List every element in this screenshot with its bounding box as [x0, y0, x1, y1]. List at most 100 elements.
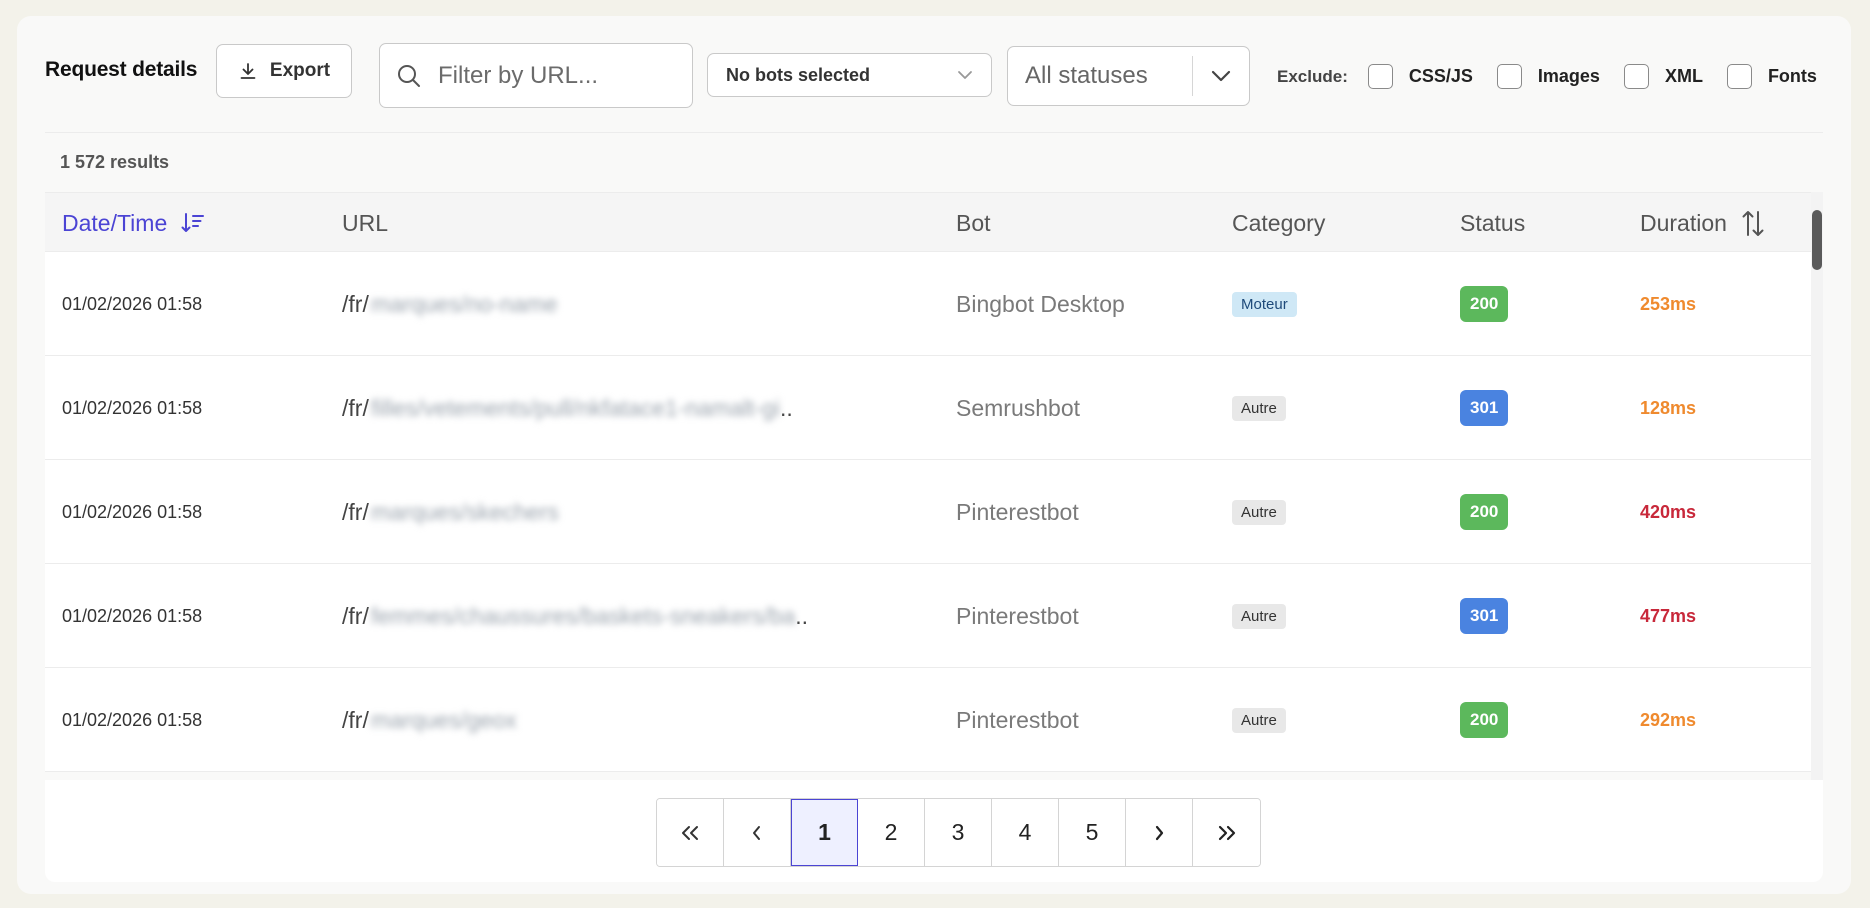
status-badge: 301	[1460, 390, 1509, 426]
cell-bot: Pinterestbot	[956, 460, 1079, 564]
page-button-4[interactable]: 4	[992, 799, 1059, 866]
url-prefix: /fr/	[342, 706, 369, 733]
column-label: Bot	[956, 209, 991, 236]
cell-duration: 420ms	[1640, 460, 1696, 564]
datetime-value: 01/02/2026 01:58	[62, 293, 203, 314]
cell-url[interactable]: /fr/filles/vetements/pull/nkfatace1-nama…	[342, 356, 793, 460]
checkbox-box[interactable]	[1726, 64, 1752, 89]
cell-category: Autre	[1232, 668, 1286, 772]
table-header: Date/Time URL Bot Category Status Durati…	[45, 192, 1811, 252]
table-row[interactable]: 01/02/2026 01:58 /fr/filles/vetements/pu…	[45, 356, 1811, 460]
request-details-card: Request details Export No bots selected …	[17, 16, 1851, 894]
export-button[interactable]: Export	[216, 44, 352, 98]
url-filter[interactable]	[379, 43, 693, 108]
url-ellipsis: ..	[779, 394, 793, 421]
table-row[interactable]: 01/02/2026 01:58 /fr/marques/no-name Bin…	[45, 252, 1811, 356]
cell-bot: Pinterestbot	[956, 668, 1079, 772]
duration-value: 292ms	[1640, 709, 1697, 730]
next-page-button[interactable]	[1126, 799, 1193, 866]
checkbox-box[interactable]	[1496, 64, 1522, 89]
first-page-button[interactable]	[657, 799, 724, 866]
cell-bot: Pinterestbot	[956, 564, 1079, 668]
url-path-blurred: marques/skechers	[370, 498, 559, 525]
duration-value: 253ms	[1640, 293, 1697, 314]
url-path-blurred: filles/vetements/pull/nkfatace1-namalt-g…	[370, 394, 780, 421]
chevron-down-icon	[1211, 70, 1231, 82]
cell-datetime: 01/02/2026 01:58	[62, 356, 202, 460]
table-row[interactable]: 01/02/2026 01:58 /fr/femmes/chaussures/b…	[45, 564, 1811, 668]
checkbox-box[interactable]	[1623, 64, 1649, 89]
bot-name: Pinterestbot	[956, 602, 1079, 629]
double-chevron-left-icon	[682, 825, 698, 840]
checkbox-label: Images	[1537, 66, 1600, 86]
cell-duration: 128ms	[1640, 356, 1696, 460]
cell-bot: Semrushbot	[956, 356, 1080, 460]
last-page-button[interactable]	[1193, 799, 1260, 866]
url-prefix: /fr/	[342, 602, 369, 629]
exclude-label: Exclude:	[1277, 66, 1348, 86]
cell-category: Autre	[1232, 564, 1286, 668]
datetime-value: 01/02/2026 01:58	[62, 709, 203, 730]
pagination: 1 2 3 4 5	[656, 798, 1261, 867]
results-count: 1 572 results	[60, 152, 170, 172]
column-label: Duration	[1640, 209, 1727, 236]
column-header-duration[interactable]: Duration	[1640, 193, 1765, 253]
page-button-1[interactable]: 1	[791, 799, 858, 866]
page-button-2[interactable]: 2	[858, 799, 925, 866]
page-button-5[interactable]: 5	[1059, 799, 1126, 866]
cell-url[interactable]: /fr/marques/skechers	[342, 460, 559, 564]
chevron-down-icon	[958, 71, 972, 79]
status-badge: 200	[1460, 286, 1509, 322]
column-label: Category	[1232, 209, 1326, 236]
column-label: URL	[342, 209, 389, 236]
cell-url[interactable]: /fr/marques/no-name	[342, 252, 558, 356]
url-path-blurred: marques/no-name	[370, 290, 558, 317]
scrollbar-thumb[interactable]	[1812, 210, 1822, 270]
table-scrollbar[interactable]	[1811, 192, 1823, 780]
exclude-images-checkbox[interactable]: Images	[1496, 64, 1600, 89]
cell-duration: 477ms	[1640, 564, 1696, 668]
status-select-toggle[interactable]	[1193, 70, 1249, 82]
category-badge: Autre	[1232, 707, 1286, 733]
page-button-3[interactable]: 3	[925, 799, 992, 866]
checkbox-box[interactable]	[1367, 64, 1393, 89]
column-header-url: URL	[342, 193, 388, 253]
category-badge: Moteur	[1232, 291, 1297, 317]
duration-value: 128ms	[1640, 397, 1697, 418]
column-header-datetime[interactable]: Date/Time	[62, 193, 205, 253]
table-body: 01/02/2026 01:58 /fr/marques/no-name Bin…	[45, 252, 1811, 772]
status-select[interactable]: All statuses	[1007, 46, 1250, 106]
sort-icon	[1742, 211, 1764, 236]
table-row[interactable]: 01/02/2026 01:58 /fr/marques/skechers Pi…	[45, 460, 1811, 564]
checkbox-label: CSS/JS	[1408, 66, 1473, 86]
bots-select[interactable]: No bots selected	[707, 53, 992, 97]
cell-category: Autre	[1232, 356, 1286, 460]
url-prefix: /fr/	[342, 394, 369, 421]
exclude-css-js-checkbox[interactable]: CSS/JS	[1367, 64, 1473, 89]
cell-datetime: 01/02/2026 01:58	[62, 252, 202, 356]
bot-name: Semrushbot	[956, 394, 1081, 421]
cell-duration: 253ms	[1640, 252, 1696, 356]
column-label: Status	[1460, 209, 1526, 236]
checkbox-label: Fonts	[1767, 66, 1817, 86]
datetime-value: 01/02/2026 01:58	[62, 605, 203, 626]
url-prefix: /fr/	[342, 290, 369, 317]
cell-category: Autre	[1232, 460, 1286, 564]
category-badge: Autre	[1232, 603, 1286, 629]
exclude-fonts-checkbox[interactable]: Fonts	[1726, 64, 1817, 89]
cell-duration: 292ms	[1640, 668, 1696, 772]
cell-url[interactable]: /fr/marques/geox	[342, 668, 517, 772]
exclude-xml-checkbox[interactable]: XML	[1623, 64, 1703, 89]
search-icon	[398, 64, 420, 87]
export-label: Export	[269, 60, 331, 81]
cell-datetime: 01/02/2026 01:58	[62, 564, 202, 668]
double-chevron-right-icon	[1218, 825, 1235, 840]
exclude-filters: Exclude: CSS/JS Images XML Fonts	[1277, 64, 1817, 89]
url-ellipsis: ..	[795, 602, 809, 629]
table-row[interactable]: 01/02/2026 01:58 /fr/marques/geox Pinter…	[45, 668, 1811, 772]
column-header-bot: Bot	[956, 193, 991, 253]
previous-page-button[interactable]	[724, 799, 791, 866]
cell-url[interactable]: /fr/femmes/chaussures/baskets-sneakers/b…	[342, 564, 808, 668]
url-path-blurred: femmes/chaussures/baskets-sneakers/ba	[370, 602, 796, 629]
url-filter-input[interactable]	[438, 61, 678, 90]
